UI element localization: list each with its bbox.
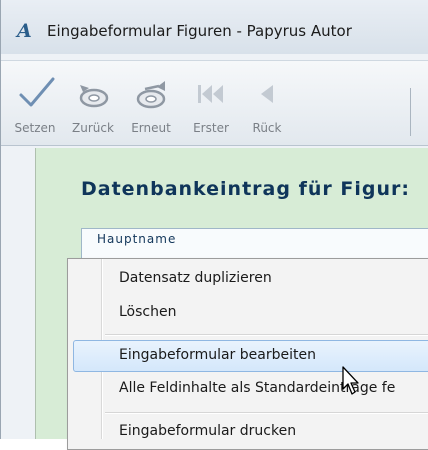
checkmark-icon <box>19 77 55 107</box>
menu-separator <box>105 412 428 414</box>
erneut-button[interactable]: Erneut <box>121 71 181 141</box>
window-title: Eingabeformular Figuren - Papyrus Autor <box>47 22 352 40</box>
mouse-pointer-icon <box>342 366 359 395</box>
hauptname-label: Hauptname <box>97 232 177 246</box>
erster-button[interactable]: Erster <box>181 71 241 141</box>
previous-record-icon <box>261 85 273 103</box>
zurueck-button[interactable]: Zurück <box>63 71 123 141</box>
erneut-label: Erneut <box>131 121 171 135</box>
menu-separator <box>105 334 428 336</box>
menu-item-edit-form[interactable]: Eingabeformular bearbeiten <box>119 347 316 363</box>
undo-icon <box>79 85 109 108</box>
rueck-label: Rück <box>252 121 282 135</box>
setzen-button[interactable]: Setzen <box>5 71 65 141</box>
redo-icon <box>136 81 166 109</box>
rueck-button[interactable]: Rück <box>237 71 297 141</box>
menu-item-print-form[interactable]: Eingabeformular drucken <box>119 423 296 439</box>
erster-label: Erster <box>193 121 229 135</box>
app-window: A Eingabeformular Figuren - Papyrus Auto… <box>0 0 428 450</box>
title-bar: A Eingabeformular Figuren - Papyrus Auto… <box>1 0 428 54</box>
zurueck-label: Zurück <box>72 121 114 135</box>
form-heading: Datenbankeintrag für Figur: <box>81 178 410 200</box>
toolbar-separator <box>410 88 411 136</box>
menu-item-delete[interactable]: Löschen <box>119 304 176 320</box>
setzen-label: Setzen <box>14 121 56 135</box>
papyrus-logo-icon: A <box>17 20 32 42</box>
menu-item-duplicate[interactable]: Datensatz duplizieren <box>119 270 272 286</box>
first-record-icon <box>198 85 223 103</box>
toolbar: Setzen Zurück Erneut Erster Rück <box>1 60 428 146</box>
